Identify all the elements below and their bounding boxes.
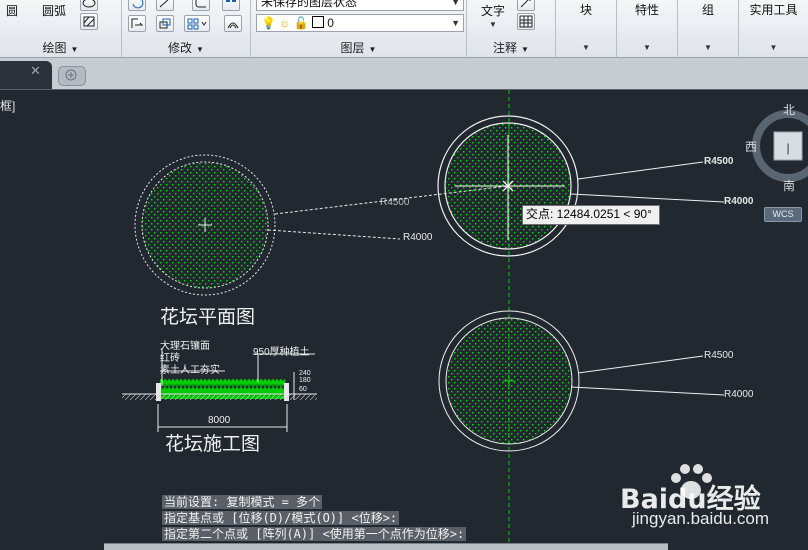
dropdown-arrow-icon: ▼ [582, 43, 590, 52]
soil-note: 950厚种植土 [253, 347, 310, 358]
modify-panel: 修改 ▼ [122, 0, 251, 57]
table-icon[interactable] [517, 13, 535, 30]
dropdown-arrow-icon: ▼ [643, 43, 651, 52]
right-bottom-leader-outer [577, 355, 704, 374]
drawing-canvas[interactable]: 框] 花坛平面图 花坛施工图 R4500 R4000 R4500 R4000 R… [0, 90, 808, 549]
group-tool[interactable]: 组 ▼ [678, 0, 739, 57]
right-top-dim-r-outer: R4500 [704, 156, 734, 167]
command-history-line: 指定基点或 [位移(D)/模式(O)] <位移>: [162, 511, 400, 525]
properties-tool-label: 特性 [634, 3, 659, 17]
rect-array-icon[interactable] [184, 15, 210, 32]
close-icon[interactable]: ✕ [30, 63, 41, 79]
offset-icon[interactable] [224, 15, 242, 32]
arc-tool[interactable]: 圆弧 [42, 2, 66, 19]
annotation-panel-title[interactable]: 注释 ▼ [467, 41, 555, 55]
draw-panel-title[interactable]: 绘图 ▼ [0, 41, 121, 55]
lock-icon: 🔓 [293, 16, 309, 30]
layer-combo[interactable]: 💡 ☼ 🔓 0 ▼ [256, 14, 464, 32]
plan-title: 花坛平面图 [160, 307, 256, 328]
panel-expand-icon: ▼ [196, 45, 204, 54]
annotation-panel: 文字 ▼ 注释 ▼ [467, 0, 556, 57]
utilities-tool[interactable]: 实用工具 ▼ [739, 0, 808, 57]
utilities-tool-label: 实用工具 [749, 3, 798, 17]
text-dropdown-icon: ▼ [489, 20, 497, 29]
height-dim-text: 60 [299, 386, 307, 393]
lightbulb-icon: 💡 [261, 16, 276, 30]
color-swatch [311, 16, 324, 28]
ribbon: 圆 圆弧 绘图 ▼ 修改 ▼ 未保存的图层状态 ▼ 💡 ☼ 🔓 0 ▼ 图层 ▼ 文字 … [0, 0, 808, 58]
file-tab-bar: ✕ [0, 58, 808, 90]
panel-expand-icon: ▼ [70, 45, 79, 54]
drawing-tab[interactable] [0, 61, 52, 89]
right-top-leader-inner [570, 193, 725, 203]
fillet-icon[interactable] [192, 0, 210, 11]
watermark-url: jingyan.baidu.com [632, 509, 770, 528]
modify-panel-title[interactable]: 修改 ▼ [122, 41, 250, 55]
height-dim-text: 180 [299, 377, 311, 384]
dropdown-arrow-icon: ▼ [451, 0, 460, 7]
left-dim-r-inner: R4000 [403, 232, 433, 243]
hatch-icon[interactable] [80, 13, 98, 30]
ellipse-icon[interactable] [80, 0, 98, 11]
layer-panel-title-text: 图层 [340, 41, 365, 55]
dropdown-arrow-icon: ▼ [769, 43, 778, 52]
left-dim-r-outer: R4500 [380, 197, 410, 208]
width-dim-text: 8000 [208, 415, 231, 426]
array-icon[interactable] [222, 0, 240, 11]
height-dim-text: 240 [299, 370, 311, 377]
block-tool-label: 块 [579, 3, 592, 17]
wcs-menu[interactable]: WCS [764, 207, 802, 222]
right-top-leader-outer [577, 161, 704, 180]
stretch-icon[interactable] [128, 15, 146, 32]
current-layer-name: 0 [327, 16, 334, 30]
layer-panel: 未保存的图层状态 ▼ 💡 ☼ 🔓 0 ▼ 图层 ▼ [251, 0, 467, 57]
viewport-label[interactable]: 框] [0, 97, 15, 114]
viewcube-west[interactable]: 西 [745, 138, 757, 155]
dropdown-arrow-icon: ▼ [704, 43, 712, 52]
modify-panel-title-text: 修改 [168, 41, 193, 55]
section-note: 素土人工夯实 [160, 365, 220, 376]
panel-expand-icon: ▼ [521, 45, 529, 54]
sun-icon: ☼ [279, 16, 291, 30]
command-prompt-line[interactable]: 指定第二个点或 [阵列(A)] <使用第一个点作为位移>: [162, 527, 467, 541]
properties-tool[interactable]: 特性 ▼ [617, 0, 678, 57]
draw-panel-title-text: 绘图 [42, 41, 67, 55]
right-top-dim-r-inner: R4000 [724, 196, 754, 207]
layer-state-value: 未保存的图层状态 [261, 0, 358, 9]
trim-icon[interactable] [156, 0, 174, 11]
annotation-panel-title-text: 注释 [493, 41, 518, 55]
panel-expand-icon: ▼ [368, 45, 377, 54]
ground-line [122, 394, 317, 400]
group-tool-label: 组 [701, 3, 714, 17]
command-history-line: 当前设置: 复制模式 = 多个 [162, 495, 323, 509]
scale-icon[interactable] [156, 15, 174, 32]
draw-panel: 圆 圆弧 绘图 ▼ [0, 0, 122, 57]
right-bottom-leader-inner [570, 386, 725, 396]
viewcube-south[interactable]: 南 [783, 177, 795, 194]
block-tool[interactable]: 块 ▼ [556, 0, 617, 57]
snap-tooltip: 交点: 12484.0251 < 90° [522, 205, 660, 225]
text-tool[interactable]: 文字 [481, 2, 505, 19]
viewcube-north[interactable]: 北 [783, 101, 795, 118]
construction-title: 花坛施工图 [165, 434, 261, 455]
circle-tool[interactable]: 圆 [6, 2, 18, 19]
new-tab-button[interactable] [58, 66, 86, 86]
layer-panel-title[interactable]: 图层 ▼ [251, 41, 466, 55]
rotate-icon[interactable] [128, 0, 146, 11]
plus-icon [65, 69, 77, 81]
dropdown-arrow-icon: ▼ [451, 18, 460, 28]
leader-icon[interactable] [517, 0, 535, 11]
right-bottom-dim-r-outer: R4500 [704, 350, 734, 361]
left-dim-leader-inner [267, 229, 401, 240]
layer-state-combo[interactable]: 未保存的图层状态 ▼ [256, 0, 464, 11]
svg-text:|: | [786, 141, 789, 155]
right-bottom-dim-r-inner: R4000 [724, 389, 754, 400]
